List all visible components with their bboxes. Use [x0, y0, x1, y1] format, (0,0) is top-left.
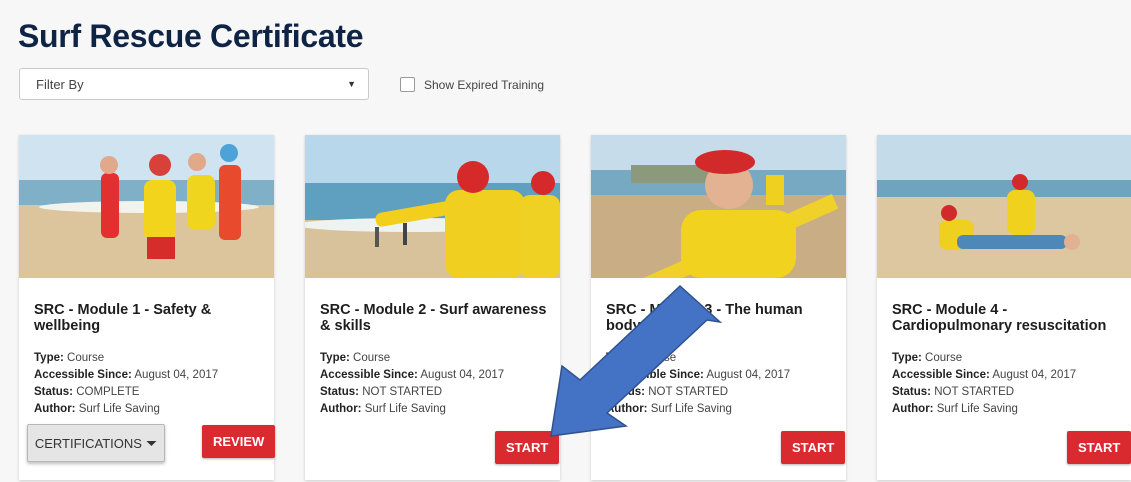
show-expired-checkbox[interactable]	[400, 77, 415, 92]
course-thumbnail-image	[305, 135, 560, 278]
course-thumbnail-image	[591, 135, 846, 278]
author-value: Surf Life Saving	[650, 403, 732, 415]
status-value: NOT STARTED	[362, 386, 443, 398]
accessible-since-label: Accessible Since:	[606, 369, 704, 381]
course-thumbnail-image	[19, 135, 274, 278]
author-label: Author:	[320, 403, 362, 415]
status-label: Status:	[320, 386, 359, 398]
type-value: Course	[353, 352, 391, 364]
status-value: COMPLETE	[76, 386, 140, 398]
course-card-module-3[interactable]: SRC - Module 3 - The human body Type: Co…	[591, 135, 846, 480]
course-title[interactable]: SRC - Module 1 - Safety & wellbeing	[34, 302, 264, 334]
start-button[interactable]: START	[1067, 431, 1131, 464]
author-value: Surf Life Saving	[364, 403, 446, 415]
certifications-dropdown-button[interactable]: CERTIFICATIONS ⏷	[27, 424, 165, 462]
author-label: Author:	[892, 403, 934, 415]
type-label: Type:	[606, 352, 636, 364]
author-value: Surf Life Saving	[936, 403, 1018, 415]
accessible-since-value: August 04, 2017	[134, 369, 219, 381]
status-label: Status:	[606, 386, 645, 398]
course-title[interactable]: SRC - Module 4 - Cardiopulmonary resusci…	[892, 302, 1122, 334]
author-value: Surf Life Saving	[78, 403, 160, 415]
course-meta: Type: Course Accessible Since: August 04…	[606, 350, 790, 418]
status-label: Status:	[34, 386, 73, 398]
filter-select-value: Filter By	[36, 76, 84, 92]
author-label: Author:	[34, 403, 76, 415]
author-label: Author:	[606, 403, 648, 415]
status-label: Status:	[892, 386, 931, 398]
course-meta: Type: Course Accessible Since: August 04…	[320, 350, 504, 418]
status-value: NOT STARTED	[934, 386, 1015, 398]
course-title[interactable]: SRC - Module 2 - Surf awareness & skills	[320, 302, 550, 334]
course-card-module-2[interactable]: SRC - Module 2 - Surf awareness & skills…	[305, 135, 560, 480]
show-expired-label: Show Expired Training	[424, 77, 545, 92]
type-label: Type:	[320, 352, 350, 364]
type-label: Type:	[34, 352, 64, 364]
accessible-since-value: August 04, 2017	[992, 369, 1077, 381]
course-title[interactable]: SRC - Module 3 - The human body	[606, 302, 836, 334]
course-thumbnail-image	[877, 135, 1131, 278]
show-expired-training-toggle[interactable]: Show Expired Training	[400, 77, 544, 92]
accessible-since-label: Accessible Since:	[34, 369, 132, 381]
type-label: Type:	[892, 352, 922, 364]
type-value: Course	[639, 352, 677, 364]
review-button[interactable]: REVIEW	[202, 425, 276, 458]
caret-down-icon: ⏷	[145, 434, 158, 451]
accessible-since-label: Accessible Since:	[892, 369, 990, 381]
course-card-module-4[interactable]: SRC - Module 4 - Cardiopulmonary resusci…	[877, 135, 1131, 480]
chevron-down-icon: ▼	[347, 79, 356, 89]
certifications-label: CERTIFICATIONS	[34, 435, 142, 451]
status-value: NOT STARTED	[648, 386, 729, 398]
start-button[interactable]: START	[495, 431, 560, 464]
course-card-module-1[interactable]: SRC - Module 1 - Safety & wellbeing Type…	[19, 135, 276, 480]
filter-select[interactable]: Filter By ▼	[19, 68, 369, 100]
start-button[interactable]: START	[781, 431, 846, 464]
accessible-since-value: August 04, 2017	[420, 369, 505, 381]
page-title: Surf Rescue Certificate	[18, 18, 364, 54]
accessible-since-value: August 04, 2017	[706, 369, 791, 381]
accessible-since-label: Accessible Since:	[320, 369, 418, 381]
course-meta: Type: Course Accessible Since: August 04…	[34, 350, 218, 418]
course-meta: Type: Course Accessible Since: August 04…	[892, 350, 1076, 418]
type-value: Course	[925, 352, 963, 364]
type-value: Course	[67, 352, 105, 364]
